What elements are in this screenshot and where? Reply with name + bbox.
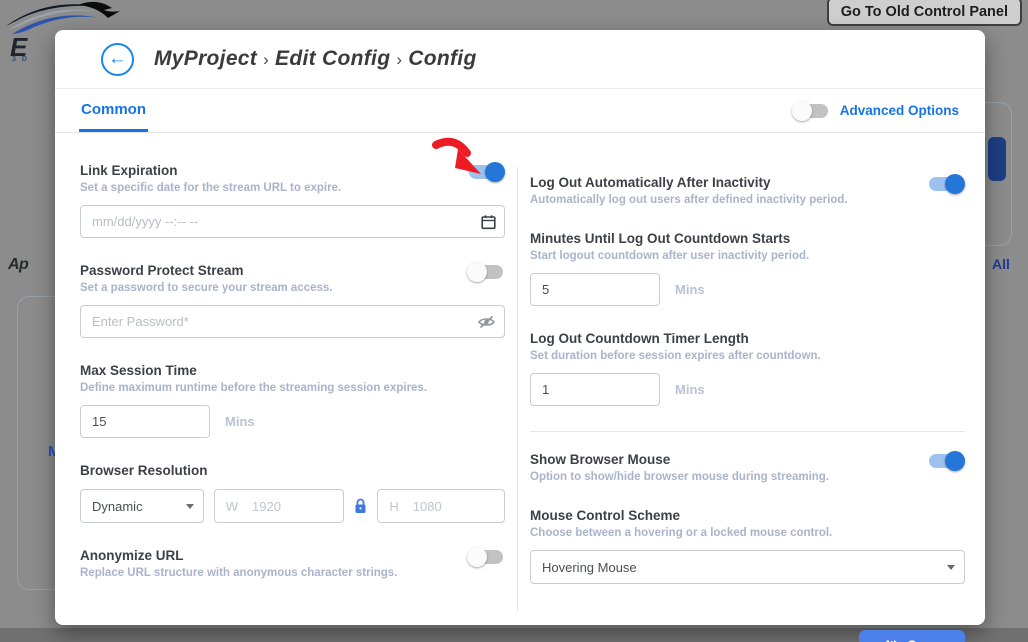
toggle-knob bbox=[792, 101, 812, 121]
show-mouse-label: Show Browser Mouse bbox=[530, 452, 965, 467]
auto-logout-label: Log Out Automatically After Inactivity bbox=[530, 175, 965, 190]
lock-icon[interactable] bbox=[354, 498, 367, 514]
calendar-icon[interactable] bbox=[481, 214, 496, 229]
field-countdown-length: Log Out Countdown Timer Length Set durat… bbox=[530, 331, 965, 406]
field-show-mouse: Show Browser Mouse Option to show/hide b… bbox=[530, 452, 965, 483]
minutes-until-unit: Mins bbox=[675, 282, 705, 297]
background-section-heading: Ap bbox=[8, 256, 28, 274]
modal-content: Link Expiration Set a specific date for … bbox=[55, 133, 985, 642]
eye-off-icon[interactable] bbox=[477, 313, 496, 330]
column-divider bbox=[517, 167, 518, 611]
max-session-desc: Define maximum runtime before the stream… bbox=[80, 382, 505, 394]
brand-subtext: 3 D bbox=[12, 56, 29, 63]
breadcrumb-edit-config[interactable]: Edit Config bbox=[275, 47, 390, 70]
max-session-input-row: Mins bbox=[80, 405, 505, 438]
resolution-mode-select[interactable]: Dynamic bbox=[80, 489, 204, 523]
height-value: 1080 bbox=[413, 499, 442, 514]
breadcrumb-project[interactable]: MyProject bbox=[154, 47, 257, 70]
minutes-until-input-row: Mins bbox=[530, 273, 965, 306]
save-button[interactable]: Save bbox=[859, 630, 965, 642]
password-input-row bbox=[80, 305, 505, 338]
link-expiration-desc: Set a specific date for the stream URL t… bbox=[80, 182, 505, 194]
save-label: Save bbox=[907, 638, 939, 642]
mouse-scheme-value: Hovering Mouse bbox=[542, 560, 637, 575]
width-prefix: W bbox=[226, 499, 238, 514]
field-auto-logout: Log Out Automatically After Inactivity A… bbox=[530, 175, 965, 206]
minutes-until-desc: Start logout countdown after user inacti… bbox=[530, 250, 965, 262]
toggle-knob bbox=[485, 162, 505, 182]
breadcrumb-separator: › bbox=[390, 50, 408, 69]
max-session-unit: Mins bbox=[225, 414, 255, 429]
field-minutes-until-logout: Minutes Until Log Out Countdown Starts S… bbox=[530, 231, 965, 306]
height-prefix: H bbox=[389, 499, 398, 514]
minutes-until-input[interactable] bbox=[530, 273, 660, 306]
max-session-input[interactable] bbox=[80, 405, 210, 438]
countdown-length-label: Log Out Countdown Timer Length bbox=[530, 331, 965, 346]
eagle-logo-icon bbox=[4, 0, 122, 34]
countdown-length-input[interactable] bbox=[530, 373, 660, 406]
anonymize-url-toggle[interactable] bbox=[467, 547, 505, 567]
save-icon bbox=[885, 639, 899, 642]
link-expiration-input-row bbox=[80, 205, 505, 238]
anonymize-url-desc: Replace URL structure with anonymous cha… bbox=[80, 567, 505, 579]
breadcrumb-config: Config bbox=[408, 47, 476, 70]
background-blue-pill bbox=[988, 137, 1006, 181]
browser-resolution-label: Browser Resolution bbox=[80, 463, 505, 478]
password-protect-desc: Set a password to secure your stream acc… bbox=[80, 282, 505, 294]
anonymize-url-label: Anonymize URL bbox=[80, 548, 505, 563]
resolution-width-input[interactable]: W 1920 bbox=[214, 489, 345, 523]
advanced-options-toggle[interactable] bbox=[792, 101, 830, 121]
advanced-options-label: Advanced Options bbox=[840, 103, 959, 118]
column-left: Link Expiration Set a specific date for … bbox=[80, 163, 505, 642]
back-button[interactable]: ← bbox=[101, 43, 134, 76]
countdown-length-unit: Mins bbox=[675, 382, 705, 397]
field-mouse-scheme: Mouse Control Scheme Choose between a ho… bbox=[530, 508, 965, 584]
mouse-scheme-desc: Choose between a hovering or a locked mo… bbox=[530, 527, 965, 539]
back-arrow-icon: ← bbox=[108, 48, 127, 70]
resolution-mode-value: Dynamic bbox=[92, 499, 143, 514]
breadcrumb-separator: › bbox=[257, 50, 275, 69]
countdown-length-desc: Set duration before session expires afte… bbox=[530, 350, 965, 362]
column-right: Log Out Automatically After Inactivity A… bbox=[530, 163, 965, 642]
link-expiration-label: Link Expiration bbox=[80, 163, 505, 178]
resolution-row: Dynamic W 1920 H 1080 bbox=[80, 489, 505, 523]
toggle-knob bbox=[467, 547, 487, 567]
field-anonymize-url: Anonymize URL Replace URL structure with… bbox=[80, 548, 505, 579]
chevron-down-icon bbox=[947, 565, 955, 570]
countdown-length-input-row: Mins bbox=[530, 373, 965, 406]
show-mouse-desc: Option to show/hide browser mouse during… bbox=[530, 471, 965, 483]
resolution-height-input[interactable]: H 1080 bbox=[377, 489, 505, 523]
toggle-knob bbox=[945, 174, 965, 194]
width-value: 1920 bbox=[252, 499, 281, 514]
link-expiration-toggle[interactable] bbox=[467, 162, 505, 182]
password-input[interactable] bbox=[80, 305, 505, 338]
field-link-expiration: Link Expiration Set a specific date for … bbox=[80, 163, 505, 238]
password-protect-toggle[interactable] bbox=[467, 262, 505, 282]
auto-logout-desc: Automatically log out users after define… bbox=[530, 194, 965, 206]
show-mouse-toggle[interactable] bbox=[927, 451, 965, 471]
breadcrumb: MyProject›Edit Config›Config bbox=[154, 47, 477, 71]
toggle-knob bbox=[945, 451, 965, 471]
tab-common[interactable]: Common bbox=[79, 89, 148, 132]
mouse-scheme-label: Mouse Control Scheme bbox=[530, 508, 965, 523]
background-link-all[interactable]: All bbox=[992, 256, 1010, 272]
auto-logout-toggle[interactable] bbox=[927, 174, 965, 194]
minutes-until-label: Minutes Until Log Out Countdown Starts bbox=[530, 231, 965, 246]
go-to-old-control-panel-button[interactable]: Go To Old Control Panel bbox=[827, 0, 1022, 26]
expiration-date-input[interactable] bbox=[80, 205, 505, 238]
advanced-options-control: Advanced Options bbox=[792, 101, 959, 121]
tab-bar: Common Advanced Options bbox=[55, 88, 985, 133]
field-password-protect: Password Protect Stream Set a password t… bbox=[80, 263, 505, 338]
max-session-label: Max Session Time bbox=[80, 363, 505, 378]
field-max-session: Max Session Time Define maximum runtime … bbox=[80, 363, 505, 438]
mouse-scheme-select[interactable]: Hovering Mouse bbox=[530, 550, 965, 584]
save-row: Save bbox=[530, 630, 965, 642]
toggle-knob bbox=[467, 262, 487, 282]
modal-header: ← MyProject›Edit Config›Config bbox=[55, 30, 985, 88]
edit-config-modal: ← MyProject›Edit Config›Config Common Ad… bbox=[55, 30, 985, 625]
chevron-down-icon bbox=[186, 504, 194, 509]
field-browser-resolution: Browser Resolution Dynamic W 1920 H bbox=[80, 463, 505, 523]
right-column-divider bbox=[530, 431, 965, 432]
password-protect-label: Password Protect Stream bbox=[80, 263, 505, 278]
